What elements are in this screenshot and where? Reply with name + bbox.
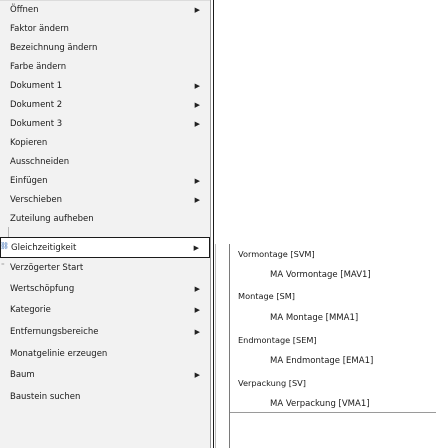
menu-item-dokument-1[interactable]: Dokument 1 ▶ bbox=[0, 76, 210, 95]
menu-item-verschieben[interactable]: Verschieben ▶ bbox=[0, 190, 210, 209]
menu-item-label: Kopieren bbox=[10, 137, 48, 148]
menu-border bbox=[210, 0, 211, 448]
menu-item-oeffnen[interactable]: Öffnen ▶ bbox=[0, 0, 210, 19]
menu-item-farbe-aendern[interactable]: Farbe ändern bbox=[0, 57, 210, 76]
submenu-item-verpackung[interactable]: Verpackung [SV] bbox=[230, 373, 436, 392]
menu-item-label: Entfernungsbereiche bbox=[10, 326, 99, 337]
menu-item-dokument-3[interactable]: Dokument 3 ▶ bbox=[0, 114, 210, 133]
menu-item-gleichzeitigkeit[interactable]: ⛓ Gleichzeitigkeit ▶ bbox=[0, 237, 210, 258]
submenu-item-label: Verpackung [SV] bbox=[238, 377, 306, 388]
submenu-item-label: Endmontage [SEM] bbox=[238, 334, 317, 345]
menu-item-label: Kategorie bbox=[10, 304, 51, 315]
menu-item-kopieren[interactable]: Kopieren bbox=[0, 133, 210, 152]
menu-item-label: Zuteilung aufheben bbox=[10, 213, 94, 224]
submenu-arrow-icon: ▶ bbox=[194, 195, 200, 204]
submenu-item-label: MA Verpackung [VMA1] bbox=[270, 398, 370, 409]
menu-item-baustein-suchen[interactable]: Baustein suchen bbox=[0, 387, 210, 406]
menu-item-label: Baustein suchen bbox=[10, 391, 81, 402]
submenu-arrow-icon: ▶ bbox=[194, 119, 200, 128]
menu-item-baum[interactable]: Baum ▶ bbox=[0, 365, 210, 384]
menu-item-label: Wertschöpfung bbox=[10, 283, 75, 294]
submenu-item-montage[interactable]: Montage [SM] bbox=[230, 286, 436, 305]
menu-item-label: Öffnen bbox=[10, 4, 39, 15]
submenu-arrow-icon: ▶ bbox=[194, 284, 200, 293]
menu-item-ausschneiden[interactable]: Ausschneiden bbox=[0, 152, 210, 171]
menu-item-label: Dokument 3 bbox=[10, 118, 63, 129]
menu-item-faktor-aendern[interactable]: Faktor ändern bbox=[0, 19, 210, 38]
submenu-item-label: MA Endmontage [EMA1] bbox=[270, 355, 374, 366]
menu-item-label: Faktor ändern bbox=[10, 23, 69, 34]
menu-item-label: Monatgelinie erzeugen bbox=[10, 348, 108, 359]
menu-item-label: Baum bbox=[10, 369, 35, 380]
delay-icon: ⁼ bbox=[1, 262, 5, 270]
context-menu: Öffnen ▶ Faktor ändern Bezeichnung änder… bbox=[0, 0, 210, 448]
submenu-item-ma-endmontage[interactable]: MA Endmontage [EMA1] bbox=[230, 351, 436, 370]
menu-item-label: Dokument 2 bbox=[10, 99, 63, 110]
submenu-item-label: MA Montage [MMA1] bbox=[270, 312, 359, 323]
menu-item-einfuegen[interactable]: Einfügen ▶ bbox=[0, 171, 210, 190]
menu-item-label: Verzögerter Start bbox=[10, 262, 84, 273]
submenu-item-ma-verpackung[interactable]: MA Verpackung [VMA1] bbox=[230, 394, 436, 413]
submenu-arrow-icon: ▶ bbox=[194, 305, 200, 314]
menu-item-label: Verschieben bbox=[10, 194, 62, 205]
submenu-item-label: Vormontage [SVM] bbox=[238, 248, 315, 259]
submenu-item-endmontage[interactable]: Endmontage [SEM] bbox=[230, 330, 436, 349]
submenu-item-label: MA Vormontage [MAV1] bbox=[270, 269, 371, 280]
menu-item-dokument-2[interactable]: Dokument 2 ▶ bbox=[0, 95, 210, 114]
link-icon: ⛓ bbox=[0, 242, 9, 250]
menu-item-verzoegerter-start[interactable]: ⁼ Verzögerter Start bbox=[0, 258, 210, 277]
menu-item-monatgelinie-erzeugen[interactable]: Monatgelinie erzeugen bbox=[0, 344, 210, 363]
menu-item-bezeichnung-aendern[interactable]: Bezeichnung ändern bbox=[0, 38, 210, 57]
menu-item-label: Bezeichnung ändern bbox=[10, 42, 98, 53]
menu-item-zuteilung-aufheben[interactable]: Zuteilung aufheben bbox=[0, 209, 210, 228]
submenu-arrow-icon: ▶ bbox=[194, 100, 200, 109]
menu-item-wertschoepfung[interactable]: Wertschöpfung ▶ bbox=[0, 279, 210, 298]
submenu-arrow-icon: ▶ bbox=[194, 327, 200, 336]
menu-item-label: Ausschneiden bbox=[10, 156, 70, 167]
submenu-arrow-icon: ▶ bbox=[194, 81, 200, 90]
submenu-arrow-icon: ▶ bbox=[193, 243, 199, 252]
submenu-item-ma-vormontage[interactable]: MA Vormontage [MAV1] bbox=[230, 265, 436, 284]
submenu-bottom-rule bbox=[230, 412, 436, 413]
submenu-arrow-icon: ▶ bbox=[194, 5, 200, 14]
menu-item-label: Farbe ändern bbox=[10, 61, 67, 72]
submenu-guide-line bbox=[215, 244, 216, 448]
submenu-item-label: Montage [SM] bbox=[238, 290, 295, 301]
menu-item-label: Dokument 1 bbox=[10, 80, 63, 91]
submenu-item-vormontage[interactable]: Vormontage [SVM] bbox=[230, 244, 436, 263]
submenu-arrow-icon: ▶ bbox=[194, 176, 200, 185]
submenu-item-ma-montage[interactable]: MA Montage [MMA1] bbox=[230, 308, 436, 327]
menu-item-entfernungsbereiche[interactable]: Entfernungsbereiche ▶ bbox=[0, 322, 210, 341]
submenu-arrow-icon: ▶ bbox=[194, 370, 200, 379]
menu-item-kategorie[interactable]: Kategorie ▶ bbox=[0, 300, 210, 319]
gleichzeitigkeit-submenu: Vormontage [SVM] MA Vormontage [MAV1] Mo… bbox=[229, 244, 436, 448]
icon-gutter bbox=[0, 227, 9, 237]
menu-item-label: Einfügen bbox=[10, 175, 48, 186]
canvas-divider-line bbox=[213, 0, 214, 448]
menu-item-label: Gleichzeitigkeit bbox=[11, 242, 77, 253]
